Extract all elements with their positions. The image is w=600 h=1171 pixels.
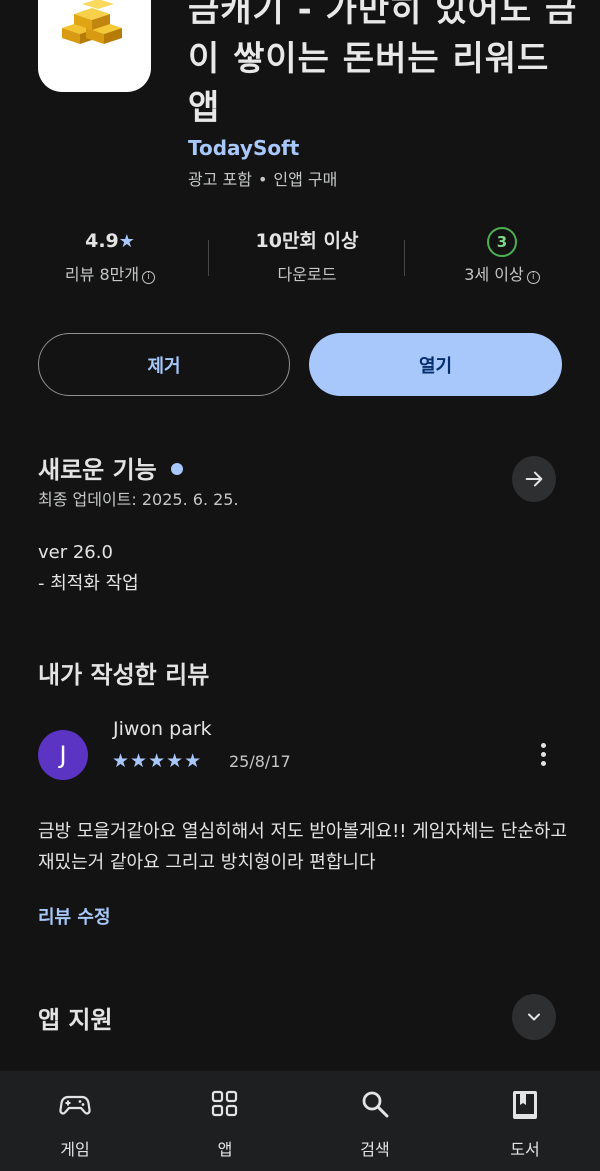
gold-bars-icon bbox=[62, 0, 122, 44]
reviews-count: 리뷰 8만개 bbox=[64, 265, 140, 284]
search-icon bbox=[362, 1091, 389, 1118]
age-rating-badge: 3 bbox=[487, 227, 517, 257]
whats-new-header[interactable]: 새로운 기능 bbox=[38, 450, 183, 485]
my-review-title: 내가 작성한 리뷰 bbox=[38, 661, 210, 689]
downloads-stat: 10만회 이상 다운로드 bbox=[237, 226, 377, 285]
nav-books[interactable]: 도서 bbox=[450, 1071, 600, 1171]
app-icon bbox=[38, 0, 151, 92]
bottom-navigation: 게임 앱 검색 도서 bbox=[0, 1071, 600, 1171]
downloads-value: 10만회 이상 bbox=[255, 230, 359, 252]
age-rating-stat[interactable]: 3 3세 이상 i bbox=[440, 226, 564, 285]
stats-divider bbox=[208, 240, 209, 276]
nav-books-label: 도서 bbox=[510, 1140, 540, 1159]
stats-divider bbox=[404, 240, 405, 276]
nav-search-label: 검색 bbox=[360, 1140, 390, 1159]
nav-apps-label: 앱 bbox=[217, 1140, 233, 1159]
book-icon bbox=[513, 1091, 537, 1119]
info-icon: i bbox=[526, 271, 540, 284]
gamepad-icon bbox=[59, 1095, 91, 1115]
release-note: - 최적화 작업 bbox=[38, 573, 139, 594]
apps-grid-icon bbox=[211, 1090, 238, 1117]
open-button[interactable]: 열기 bbox=[309, 333, 562, 396]
remove-button[interactable]: 제거 bbox=[38, 333, 290, 396]
app-support-expand-button[interactable] bbox=[512, 994, 556, 1040]
meta-separator: • bbox=[257, 170, 268, 189]
arrow-right-icon bbox=[525, 471, 543, 487]
rating-stat[interactable]: 4.9★ 리뷰 8만개 i bbox=[50, 226, 170, 285]
chevron-down-icon bbox=[528, 1013, 540, 1021]
nav-games[interactable]: 게임 bbox=[0, 1071, 150, 1171]
downloads-label: 다운로드 bbox=[277, 265, 337, 284]
developer-link[interactable]: TodaySoft bbox=[188, 136, 299, 160]
more-options-icon[interactable] bbox=[530, 738, 556, 770]
age-rating-label: 3세 이상 bbox=[464, 265, 524, 284]
release-notes: ver 26.0 - 최적화 작업 bbox=[38, 537, 139, 599]
edit-review-link[interactable]: 리뷰 수정 bbox=[38, 903, 111, 929]
meta-iap: 인앱 구매 bbox=[273, 170, 338, 189]
info-icon: i bbox=[142, 271, 156, 284]
rating-value: 4.9 bbox=[85, 230, 119, 252]
app-meta: 광고 포함 • 인앱 구매 bbox=[188, 166, 337, 190]
nav-games-label: 게임 bbox=[60, 1140, 90, 1159]
new-indicator-dot bbox=[170, 463, 183, 475]
review-date: 25/8/17 bbox=[229, 752, 291, 771]
nav-search[interactable]: 검색 bbox=[300, 1071, 450, 1171]
review-text: 금방 모을거같아요 열심히해서 저도 받아볼게요!! 게임자체는 단순하고 재밌… bbox=[38, 821, 567, 873]
stats-row: 4.9★ 리뷰 8만개 i 10만회 이상 다운로드 3 3세 이상 i bbox=[0, 226, 600, 296]
app-support-title[interactable]: 앱 지원 bbox=[38, 1000, 113, 1035]
review-stars: ★★★★★ bbox=[112, 750, 203, 772]
nav-apps[interactable]: 앱 bbox=[150, 1071, 300, 1171]
meta-ads: 광고 포함 bbox=[188, 170, 252, 189]
whats-new-arrow-button[interactable] bbox=[512, 456, 556, 502]
reviewer-name: Jiwon park bbox=[113, 718, 212, 740]
app-title: 금캐기 - 가만히 있어도 금이 쌓이는 돈버는 리워드 앱 bbox=[188, 0, 578, 128]
star-icon: ★ bbox=[118, 231, 135, 252]
whats-new-title: 새로운 기능 bbox=[38, 456, 157, 484]
release-version: ver 26.0 bbox=[38, 542, 113, 563]
last-updated: 최종 업데이트: 2025. 6. 25. bbox=[38, 490, 239, 509]
avatar: J bbox=[38, 730, 88, 780]
